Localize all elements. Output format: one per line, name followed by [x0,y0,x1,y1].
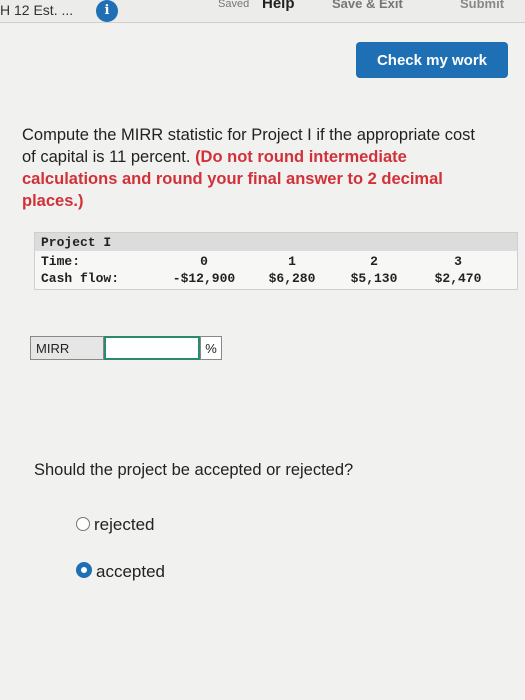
time-cell: 3 [454,254,462,269]
percent-unit: % [200,336,222,360]
info-icon[interactable]: i [96,0,118,22]
table-title: Project I [41,235,112,250]
decision-prompt: Should the project be accepted or reject… [34,461,354,479]
time-row-label: Time: [41,254,81,269]
submit-button[interactable]: Submit [460,0,504,12]
question-text: Compute the MIRR statistic for Project I… [22,124,492,212]
time-cell: 1 [288,254,296,269]
option-label: accepted [96,562,165,581]
top-bar: H 12 Est. ... i Saved Help Save & Exit S… [0,0,525,23]
cash-flow-row-label: Cash flow: [41,271,120,286]
mirr-label: MIRR [30,336,104,360]
time-cell: 0 [200,254,208,269]
option-accepted[interactable]: accepted [76,562,165,582]
help-button[interactable]: Help [262,0,295,12]
project-data-table: Project I Time: Cash flow: 0 1 2 3 -$12,… [34,232,518,290]
radio-unselected-icon[interactable] [76,517,90,531]
option-rejected[interactable]: rejected [76,515,154,535]
cash-flow-cell: -$12,900 [172,271,236,286]
option-label: rejected [94,515,155,534]
radio-selected-icon[interactable] [76,562,92,578]
check-my-work-button[interactable]: Check my work [356,42,508,78]
saved-status: Saved [218,0,250,10]
question-indicator[interactable]: H 12 Est. ... [0,0,73,20]
mirr-input[interactable] [104,336,200,360]
save-exit-button[interactable]: Save & Exit [332,0,403,12]
time-cell: 2 [370,254,378,269]
cash-flow-cell: $6,280 [268,271,316,286]
cash-flow-cell: $5,130 [350,271,398,286]
cash-flow-cell: $2,470 [434,271,482,286]
